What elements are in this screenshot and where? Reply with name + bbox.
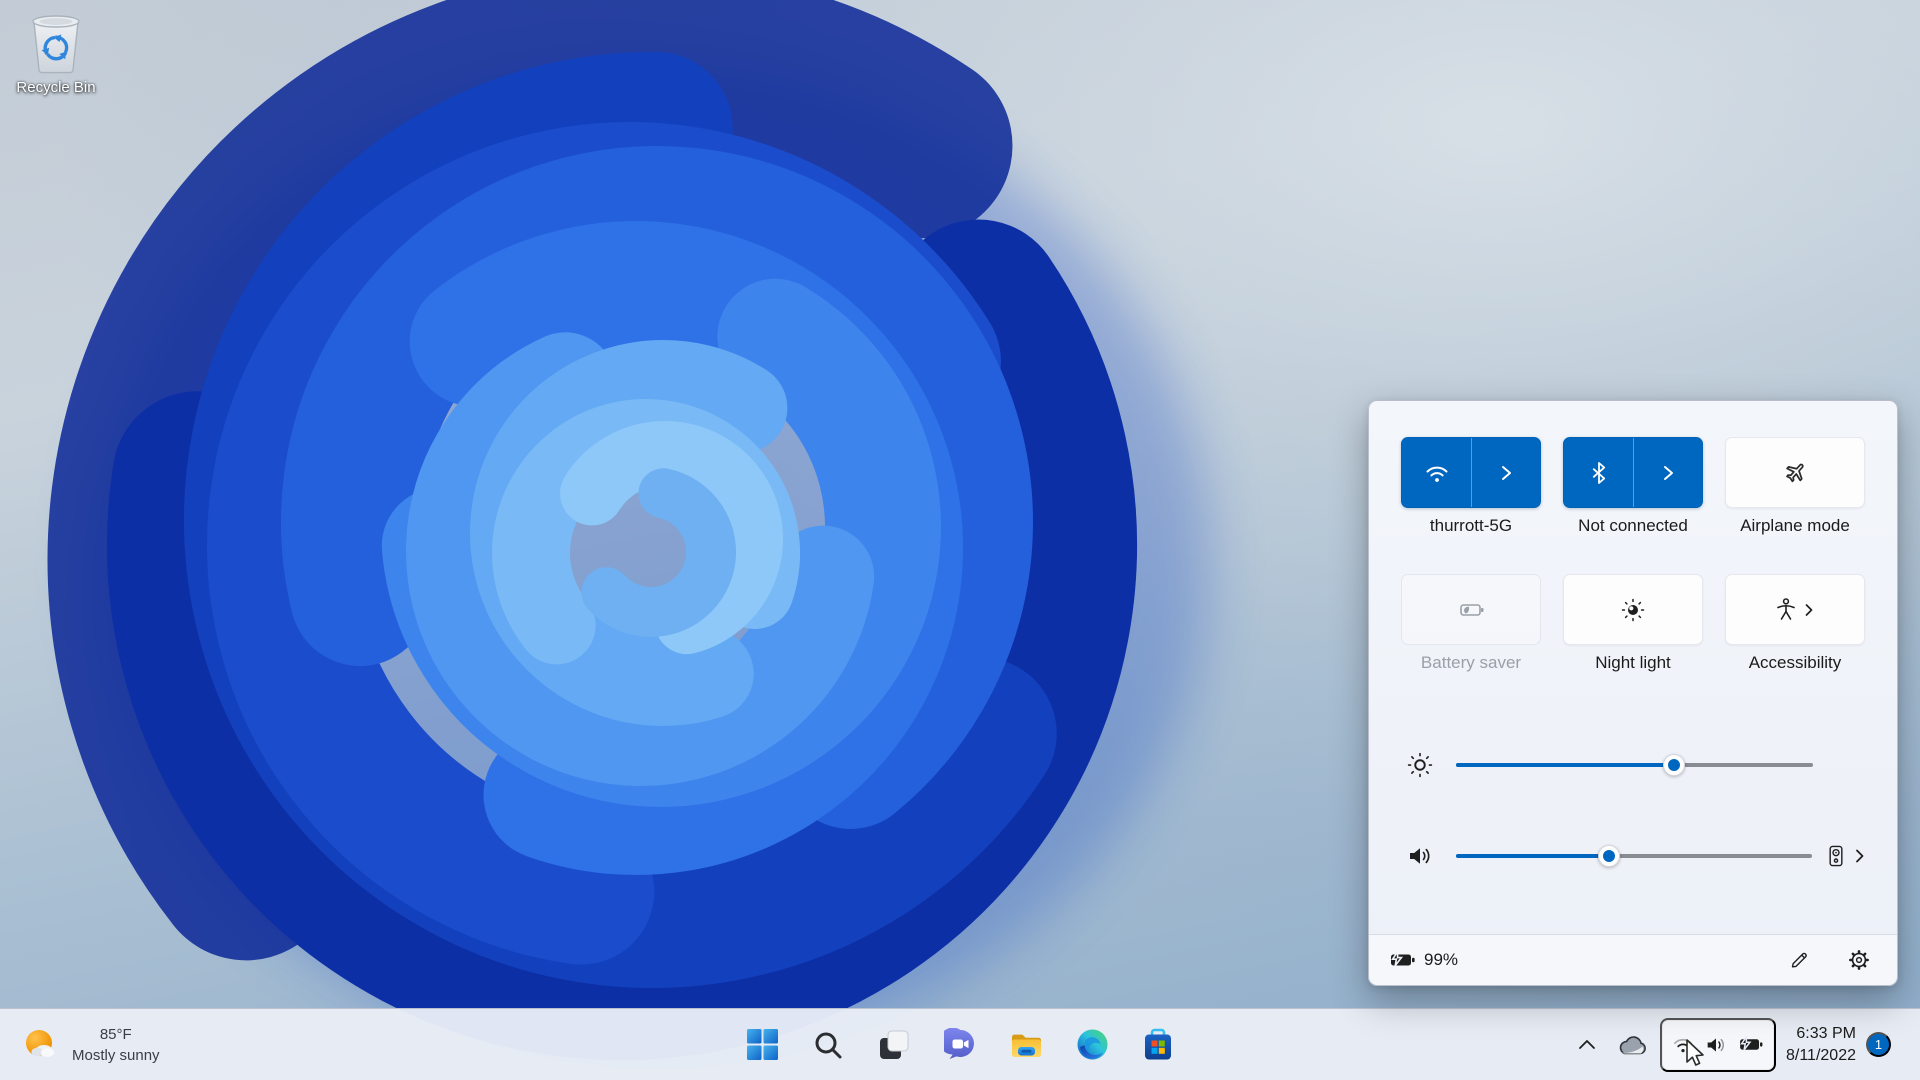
clock-button[interactable]: 6:33 PM 8/11/2022 — [1786, 1021, 1856, 1069]
store-button[interactable] — [1138, 1017, 1178, 1073]
chat-icon — [943, 1028, 974, 1059]
notification-badge[interactable]: 1 — [1866, 1032, 1891, 1057]
volume-slider-row — [1401, 834, 1865, 878]
taskbar: 85°F Mostly sunny 6:33 PM 8/11/2022 1 — [0, 1008, 1920, 1080]
edit-quick-settings-button[interactable] — [1781, 943, 1817, 977]
battery-charging-icon — [1740, 1036, 1763, 1051]
battery-charging-icon — [1391, 951, 1415, 967]
wifi-expand-button[interactable] — [1471, 438, 1540, 507]
accessibility-tile-label: Accessibility — [1748, 653, 1842, 672]
bluetooth-toggle-button[interactable] — [1564, 438, 1633, 507]
chevron-right-small-icon — [1805, 603, 1813, 616]
taskbar-tray: 6:33 PM 8/11/2022 1 — [1572, 1009, 1920, 1080]
night-light-icon — [1621, 598, 1645, 621]
wifi-toggle-button[interactable] — [1402, 438, 1471, 507]
battery-percent-text: 99% — [1424, 950, 1459, 969]
show-hidden-icons-button[interactable] — [1572, 1021, 1602, 1069]
tray-date: 8/11/2022 — [1786, 1046, 1856, 1064]
recycle-bin-label: Recycle Bin — [16, 79, 96, 96]
desktop-icon-recycle-bin[interactable]: Recycle Bin — [8, 10, 104, 96]
edge-button[interactable] — [1072, 1017, 1112, 1073]
search-button[interactable] — [808, 1017, 848, 1073]
volume-thumb[interactable] — [1598, 845, 1621, 867]
speaker-icon — [1707, 1038, 1724, 1051]
battery-status-button[interactable]: 99% — [1389, 950, 1458, 970]
accessibility-cell: Accessibility — [1725, 574, 1865, 673]
file-explorer-icon — [1012, 1034, 1041, 1057]
airplane-cell: Airplane mode — [1725, 437, 1865, 536]
volume-fill — [1455, 854, 1610, 858]
airplane-icon — [1786, 463, 1804, 482]
quick-settings-grid: thurrott-5G Not connected Airplane mode … — [1401, 437, 1865, 673]
volume-slider[interactable] — [1455, 844, 1812, 868]
file-explorer-button[interactable] — [1006, 1017, 1046, 1073]
recycle-bin-icon — [32, 15, 80, 74]
battery-saver-tile[interactable] — [1401, 574, 1541, 645]
night-light-tile[interactable] — [1563, 574, 1703, 645]
audio-output-picker-button[interactable] — [1826, 843, 1865, 869]
task-view-icon — [880, 1030, 909, 1059]
search-icon — [815, 1032, 842, 1058]
accessibility-tile[interactable] — [1725, 574, 1865, 645]
weather-widget-button[interactable]: 85°F Mostly sunny — [6, 1013, 174, 1076]
chevron-right-icon — [1502, 465, 1511, 480]
gear-icon — [1849, 950, 1869, 970]
settings-button[interactable] — [1841, 943, 1877, 977]
start-icon — [746, 1029, 778, 1060]
taskbar-center — [742, 1009, 1178, 1080]
store-icon — [1145, 1028, 1171, 1060]
onedrive-tray-button[interactable] — [1612, 1021, 1652, 1069]
battery-saver-tile-label: Battery saver — [1420, 653, 1522, 672]
task-view-button[interactable] — [874, 1017, 914, 1073]
wifi-tile-label: thurrott-5G — [1429, 516, 1513, 535]
night-light-tile-label: Night light — [1595, 653, 1671, 672]
weather-condition: Mostly sunny — [72, 1046, 160, 1064]
wifi-cell: thurrott-5G — [1401, 437, 1541, 536]
bluetooth-expand-button[interactable] — [1633, 438, 1702, 507]
chevron-right-icon — [1856, 849, 1864, 863]
bluetooth-cell: Not connected — [1563, 437, 1703, 536]
start-button[interactable] — [742, 1017, 782, 1073]
chevron-right-icon — [1664, 465, 1673, 480]
quick-settings-panel: thurrott-5G Not connected Airplane mode … — [1368, 400, 1898, 986]
battery-saver-cell: Battery saver — [1401, 574, 1541, 673]
speaker-icon — [1409, 848, 1430, 864]
brightness-icon — [1407, 752, 1433, 778]
brightness-slider[interactable] — [1456, 753, 1813, 777]
night-light-cell: Night light — [1563, 574, 1703, 673]
chevron-up-icon — [1579, 1040, 1595, 1049]
brightness-thumb[interactable] — [1662, 754, 1685, 776]
bluetooth-icon — [1592, 461, 1605, 484]
weather-sunny-icon — [26, 1029, 54, 1057]
airplane-mode-tile-label: Airplane mode — [1740, 516, 1850, 535]
chat-button[interactable] — [940, 1017, 980, 1073]
onedrive-icon — [1619, 1035, 1646, 1054]
quick-settings-footer: 99% — [1369, 934, 1897, 985]
wifi-icon — [1674, 1038, 1692, 1052]
wifi-tile — [1401, 437, 1541, 508]
airplane-mode-tile[interactable] — [1725, 437, 1865, 508]
wifi-icon — [1426, 466, 1447, 482]
accessibility-icon — [1777, 597, 1795, 620]
tray-time: 6:33 PM — [1796, 1024, 1856, 1042]
weather-temperature: 85°F — [99, 1025, 132, 1043]
brightness-slider-row — [1401, 743, 1865, 787]
bluetooth-tile-label: Not connected — [1578, 516, 1688, 535]
quick-settings-tray-button[interactable] — [1660, 1017, 1776, 1072]
battery-saver-icon — [1460, 603, 1484, 616]
audio-device-icon — [1829, 845, 1843, 867]
edge-icon — [1077, 1029, 1107, 1060]
pencil-icon — [1791, 952, 1807, 968]
brightness-fill — [1456, 763, 1674, 767]
bluetooth-tile — [1563, 437, 1703, 508]
